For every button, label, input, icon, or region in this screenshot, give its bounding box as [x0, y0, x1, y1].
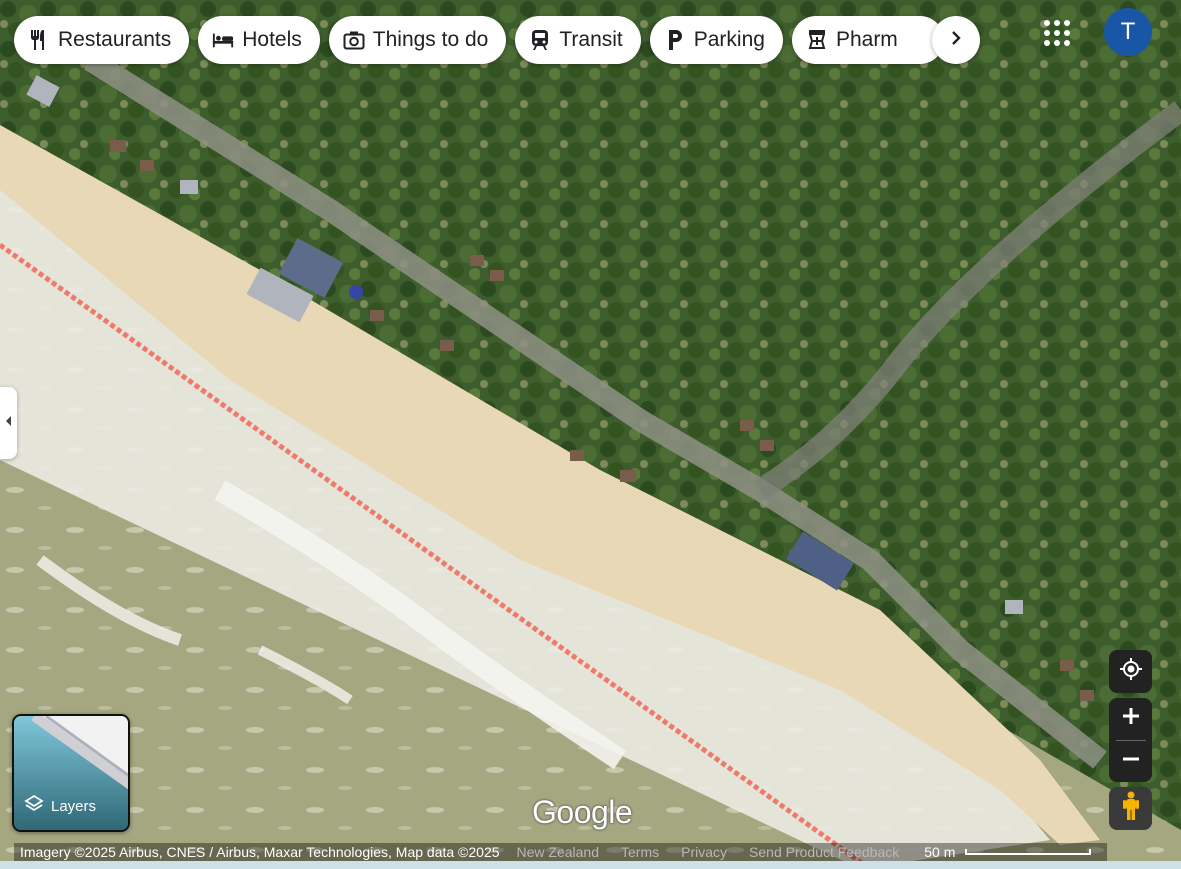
google-logo: Google — [532, 794, 633, 830]
minus-icon — [1122, 750, 1140, 773]
chip-label: Restaurants — [58, 28, 172, 51]
zoom-control — [1109, 698, 1152, 782]
scale-bar[interactable]: 50 m — [910, 844, 1097, 860]
layers-icon — [24, 794, 44, 818]
grid-icon — [1040, 20, 1074, 54]
layers-label: Layers — [51, 797, 97, 815]
camera-icon — [343, 29, 365, 51]
satellite-map[interactable] — [0, 0, 1181, 869]
pharmacy-icon — [806, 29, 828, 51]
location-target-icon — [1119, 657, 1143, 686]
transit-chip[interactable]: Transit — [515, 16, 641, 64]
collapse-side-panel-button[interactable] — [0, 387, 17, 459]
send-feedback-link[interactable]: Send Product Feedback — [738, 844, 910, 860]
hotels-chip[interactable]: Hotels — [198, 16, 320, 64]
zoom-out-button[interactable] — [1109, 740, 1152, 782]
street-view-pegman-button[interactable] — [1109, 787, 1152, 830]
things-to-do-chip[interactable]: Things to do — [328, 16, 507, 64]
chip-label: Pharm — [835, 28, 898, 51]
region-link[interactable]: New Zealand — [506, 844, 611, 860]
category-chips: Restaurants Hotels Things to do Transit … — [14, 16, 944, 64]
imagery-attribution: Imagery ©2025 Airbus, CNES / Airbus, Max… — [20, 844, 500, 860]
layers-button[interactable]: Layers — [12, 714, 130, 832]
privacy-link[interactable]: Privacy — [670, 844, 738, 860]
pharmacy-chip[interactable]: Pharm — [791, 16, 944, 64]
google-apps-button[interactable] — [1040, 16, 1074, 50]
chevron-right-icon — [950, 30, 962, 51]
scale-label: 50 m — [924, 844, 956, 860]
pegman-icon — [1122, 791, 1140, 826]
train-icon — [529, 29, 551, 51]
terms-link[interactable]: Terms — [610, 844, 670, 860]
scale-line — [965, 849, 1092, 855]
chips-scroll-right-button[interactable] — [932, 16, 980, 64]
layers-label-group: Layers — [24, 794, 96, 818]
parking-chip[interactable]: Parking — [649, 16, 783, 64]
fork-knife-icon — [28, 29, 50, 51]
account-avatar[interactable]: T — [1104, 8, 1152, 56]
chip-label: Parking — [693, 28, 765, 51]
zoom-in-button[interactable] — [1109, 698, 1152, 740]
plus-icon — [1122, 707, 1140, 730]
parking-icon — [664, 29, 686, 51]
restaurants-chip[interactable]: Restaurants — [14, 16, 190, 64]
bottom-strip — [0, 861, 1181, 869]
my-location-button[interactable] — [1109, 650, 1152, 693]
chip-label: Hotels — [242, 28, 302, 51]
map-footer: Imagery ©2025 Airbus, CNES / Airbus, Max… — [14, 843, 1108, 861]
chip-label: Transit — [559, 28, 623, 51]
caret-left-icon — [5, 414, 13, 432]
chip-label: Things to do — [372, 28, 489, 51]
bed-icon — [212, 29, 234, 51]
